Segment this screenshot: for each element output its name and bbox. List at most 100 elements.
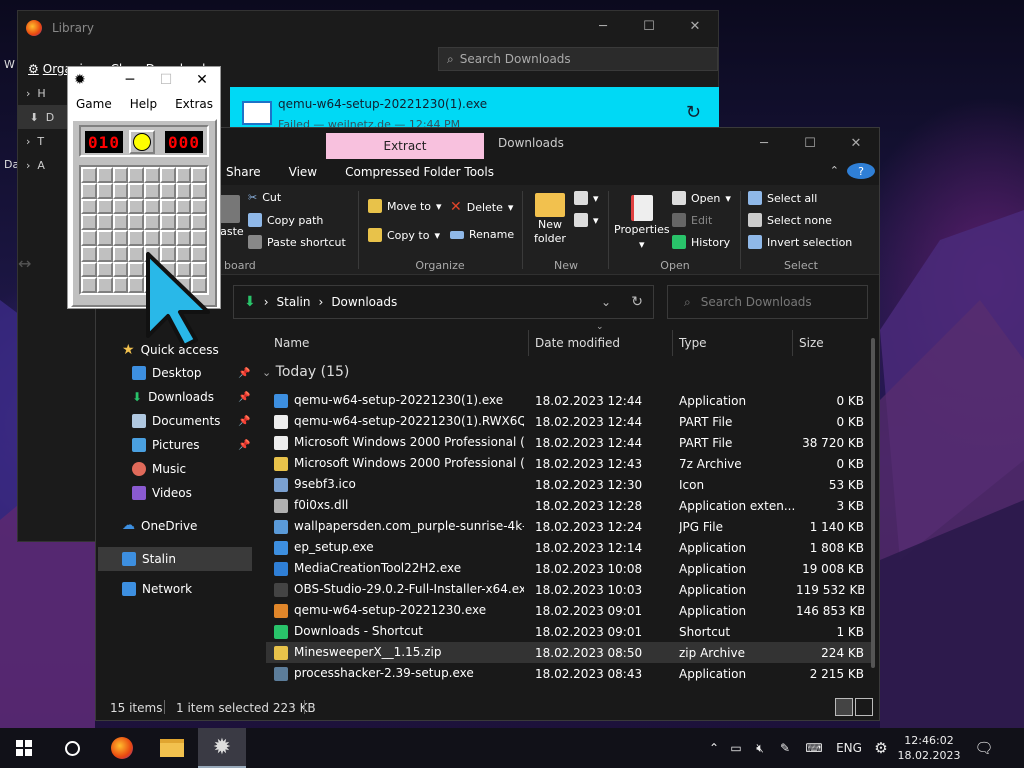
mine-cell[interactable] (96, 261, 113, 278)
table-row[interactable]: MinesweeperX__1.15.zip 18.02.2023 08:50 zi… (266, 642, 873, 663)
table-row[interactable]: f0i0xs.dll 18.02.2023 12:28 Application ex… (266, 495, 873, 516)
mine-cell[interactable] (159, 198, 176, 215)
column-divider[interactable] (528, 330, 529, 356)
mine-cell[interactable] (191, 214, 207, 230)
mine-cell[interactable] (81, 198, 97, 215)
mine-cell[interactable] (81, 182, 97, 199)
mine-cell[interactable] (191, 230, 207, 246)
pen-icon[interactable]: ✎ (772, 741, 798, 755)
mine-cell[interactable] (96, 214, 113, 230)
mine-cell[interactable] (81, 277, 97, 293)
mine-cell[interactable] (175, 230, 192, 246)
tab-compressed-folder-tools[interactable]: Compressed Folder Tools (331, 165, 508, 179)
table-row[interactable]: wallpapersden.com_purple-sunrise-4k-v...… (266, 516, 873, 537)
mine-cell[interactable] (112, 245, 129, 262)
history-button[interactable]: History (672, 235, 730, 249)
nav-this-pc[interactable]: Stalin (98, 547, 252, 571)
breadcrumb-stalin[interactable]: Stalin (277, 295, 311, 309)
mine-cell[interactable] (128, 214, 144, 230)
address-bar[interactable]: ⬇ › Stalin › Downloads ⌄ ↻ (233, 285, 654, 319)
column-size[interactable]: Size (799, 336, 824, 350)
refresh-icon[interactable]: ↻ (631, 294, 643, 310)
table-row[interactable]: qemu-w64-setup-20221230.exe 18.02.2023 09… (266, 600, 873, 621)
minimize-button[interactable]: ─ (741, 128, 787, 158)
gear-icon[interactable]: ⚙ (868, 739, 894, 757)
clock[interactable]: 12:46:02 18.02.2023 (894, 733, 964, 763)
copy-to-button[interactable]: Copy to ▾ (368, 228, 440, 242)
keyboard-icon[interactable]: ⌨ (798, 741, 830, 755)
mine-cell[interactable] (128, 198, 144, 215)
mine-cell[interactable] (96, 167, 113, 183)
menu-game[interactable]: Game (76, 97, 112, 111)
maximize-button[interactable]: ☐ (626, 11, 672, 41)
mine-cell[interactable] (96, 198, 113, 215)
close-button[interactable]: ✕ (833, 128, 879, 158)
mine-cell[interactable] (112, 214, 129, 230)
smiley-button[interactable] (129, 130, 155, 154)
new-folder-button[interactable]: New folder (534, 193, 566, 245)
invert-selection-button[interactable]: Invert selection (748, 235, 852, 249)
cut-button[interactable]: ✂ Cut (248, 191, 281, 204)
pin-icon[interactable]: 📌 (238, 392, 250, 403)
scrollbar[interactable] (871, 338, 875, 668)
menu-extras[interactable]: Extras (175, 97, 213, 111)
search-input[interactable]: ⌕ Search Downloads (667, 285, 868, 319)
taskbar-firefox[interactable] (98, 728, 146, 768)
mine-cell[interactable] (81, 167, 97, 183)
nav-item-videos[interactable]: Videos (132, 486, 192, 500)
column-divider[interactable] (792, 330, 793, 356)
desktop-icon-label[interactable]: W (4, 58, 15, 71)
maximize-button[interactable]: ☐ (787, 128, 833, 158)
taskbar-minesweeper[interactable]: ✹ (198, 728, 246, 768)
start-button[interactable] (0, 728, 48, 768)
select-all-button[interactable]: Select all (748, 191, 817, 205)
mine-cell[interactable] (81, 230, 97, 246)
mine-cell[interactable] (128, 182, 144, 199)
notifications-icon[interactable]: 🗨︎ (964, 739, 1004, 757)
mine-cell[interactable] (81, 261, 97, 278)
pin-icon[interactable]: 📌 (238, 440, 250, 451)
table-row[interactable]: Microsoft Windows 2000 Professional ("..… (266, 453, 873, 474)
pin-icon[interactable]: 📌 (238, 368, 250, 379)
sidebar-item-history[interactable]: › H (18, 81, 68, 105)
mine-cell[interactable] (175, 214, 192, 230)
rename-button[interactable]: Rename (450, 228, 514, 241)
mine-cell[interactable] (128, 230, 144, 246)
mine-cell[interactable] (144, 182, 160, 199)
mine-cell[interactable] (159, 167, 176, 183)
mine-cell[interactable] (144, 214, 160, 230)
mine-cell[interactable] (144, 167, 160, 183)
table-row[interactable]: qemu-w64-setup-20221230(1).exe 18.02.2023… (266, 390, 873, 411)
volume-mute-icon[interactable]: 🔇︎ (748, 741, 772, 756)
details-view-button[interactable] (835, 698, 853, 716)
sidebar-item-downloads[interactable]: ⬇ D (18, 105, 68, 129)
new-item-button[interactable]: ▾ (574, 191, 599, 205)
mine-cell[interactable] (112, 261, 129, 278)
mine-cell[interactable] (159, 214, 176, 230)
move-to-button[interactable]: Move to ▾ (368, 199, 442, 213)
minimize-button[interactable]: ─ (580, 11, 626, 41)
edit-button[interactable]: Edit (672, 213, 712, 227)
mine-cell[interactable] (112, 277, 129, 293)
copy-path-button[interactable]: Copy path (248, 213, 323, 227)
open-button[interactable]: Open ▾ (672, 191, 731, 205)
mine-cell[interactable] (175, 182, 192, 199)
select-none-button[interactable]: Select none (748, 213, 832, 227)
minimize-button[interactable]: ─ (112, 67, 148, 93)
close-button[interactable]: ✕ (672, 11, 718, 41)
network-icon[interactable]: ▭ (724, 741, 748, 755)
breadcrumb-downloads[interactable]: Downloads (331, 295, 397, 309)
mine-cell[interactable] (159, 182, 176, 199)
table-row[interactable]: MediaCreationTool22H2.exe 18.02.2023 10:0… (266, 558, 873, 579)
sidebar-item-tags[interactable]: › T (18, 129, 68, 153)
mine-cell[interactable] (96, 182, 113, 199)
mine-cell[interactable] (175, 167, 192, 183)
mine-cell[interactable] (191, 167, 207, 183)
maximize-button[interactable]: ☐ (148, 67, 184, 93)
nav-onedrive[interactable]: ☁ OneDrive (122, 518, 197, 533)
mine-cell[interactable] (96, 230, 113, 246)
tab-extract[interactable]: Extract (326, 133, 484, 159)
table-row[interactable]: Microsoft Windows 2000 Professional ("..… (266, 432, 873, 453)
nav-network[interactable]: Network (122, 582, 192, 596)
table-row[interactable]: qemu-w64-setup-20221230(1).RWX6Q0z... 18.… (266, 411, 873, 432)
